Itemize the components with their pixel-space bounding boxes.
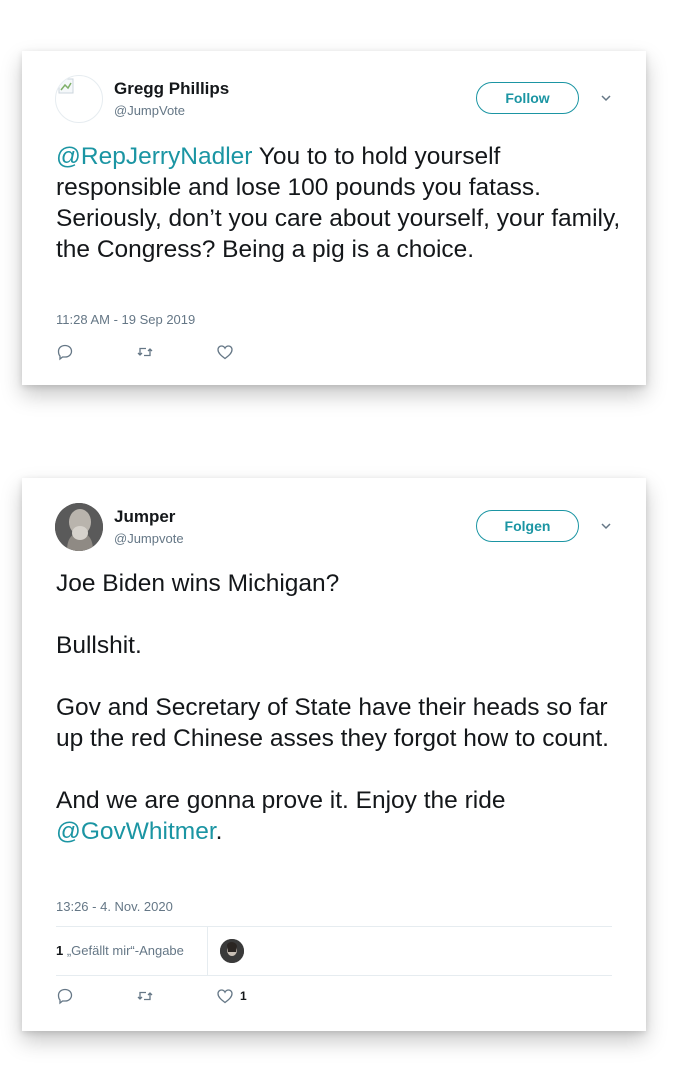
like-button[interactable] bbox=[216, 342, 234, 362]
chevron-down-icon[interactable] bbox=[599, 519, 613, 533]
chevron-down-icon[interactable] bbox=[599, 91, 613, 105]
tweet-card: Jumper @Jumpvote Folgen Joe Biden wins M… bbox=[22, 478, 646, 1031]
retweet-button[interactable] bbox=[136, 342, 154, 362]
likes-label: „Gefällt mir“-Angabe bbox=[63, 943, 184, 958]
tweet-text: Joe Biden wins Michigan? Bullshit. Gov a… bbox=[56, 568, 626, 847]
tweet-paragraph: And we are gonna prove it. Enjoy the rid… bbox=[56, 785, 626, 847]
retweet-icon bbox=[137, 991, 153, 1001]
like-count: 1 bbox=[240, 989, 247, 1003]
like-button[interactable]: 1 bbox=[216, 986, 247, 1006]
avatar[interactable] bbox=[55, 75, 103, 123]
broken-image-icon bbox=[58, 78, 74, 94]
timestamp[interactable]: 13:26 - 4. Nov. 2020 bbox=[56, 899, 173, 914]
reply-button[interactable] bbox=[56, 342, 74, 362]
follow-button[interactable]: Follow bbox=[476, 82, 579, 114]
follow-button[interactable]: Folgen bbox=[476, 510, 579, 542]
profile-photo bbox=[220, 939, 244, 963]
heart-icon bbox=[217, 345, 233, 360]
mention-link[interactable]: @GovWhitmer bbox=[56, 818, 216, 845]
tweet-text: @RepJerryNadler You to to hold yourself … bbox=[56, 141, 626, 265]
retweet-icon bbox=[137, 347, 153, 357]
tweet-body: . bbox=[215, 818, 223, 845]
display-name[interactable]: Gregg Phillips bbox=[114, 79, 229, 99]
likes-summary: 1 „Gefällt mir“-Angabe bbox=[56, 926, 612, 976]
retweet-button[interactable] bbox=[136, 986, 154, 1006]
mention-link[interactable]: @RepJerryNadler bbox=[56, 143, 252, 170]
reply-button[interactable] bbox=[56, 986, 74, 1006]
tweet-paragraph: Gov and Secretary of State have their he… bbox=[56, 694, 609, 752]
display-name[interactable]: Jumper bbox=[114, 507, 175, 527]
timestamp[interactable]: 11:28 AM - 19 Sep 2019 bbox=[56, 312, 195, 327]
tweet-card: Gregg Phillips @JumpVote Follow @RepJerr… bbox=[22, 51, 646, 385]
tweet-body: And we are gonna prove it. Enjoy the rid… bbox=[56, 787, 506, 814]
avatar[interactable] bbox=[55, 503, 103, 551]
tweet-paragraph: Bullshit. bbox=[56, 632, 142, 659]
heart-icon bbox=[217, 989, 233, 1004]
liker-avatar[interactable] bbox=[220, 939, 244, 963]
user-handle[interactable]: @JumpVote bbox=[114, 103, 185, 118]
reply-icon bbox=[57, 344, 73, 361]
profile-photo bbox=[55, 503, 103, 551]
reply-icon bbox=[57, 988, 73, 1005]
tweet-paragraph: Joe Biden wins Michigan? bbox=[56, 570, 340, 597]
divider bbox=[207, 927, 208, 975]
user-handle[interactable]: @Jumpvote bbox=[114, 531, 184, 546]
likes-link[interactable]: 1 „Gefällt mir“-Angabe bbox=[56, 943, 184, 958]
